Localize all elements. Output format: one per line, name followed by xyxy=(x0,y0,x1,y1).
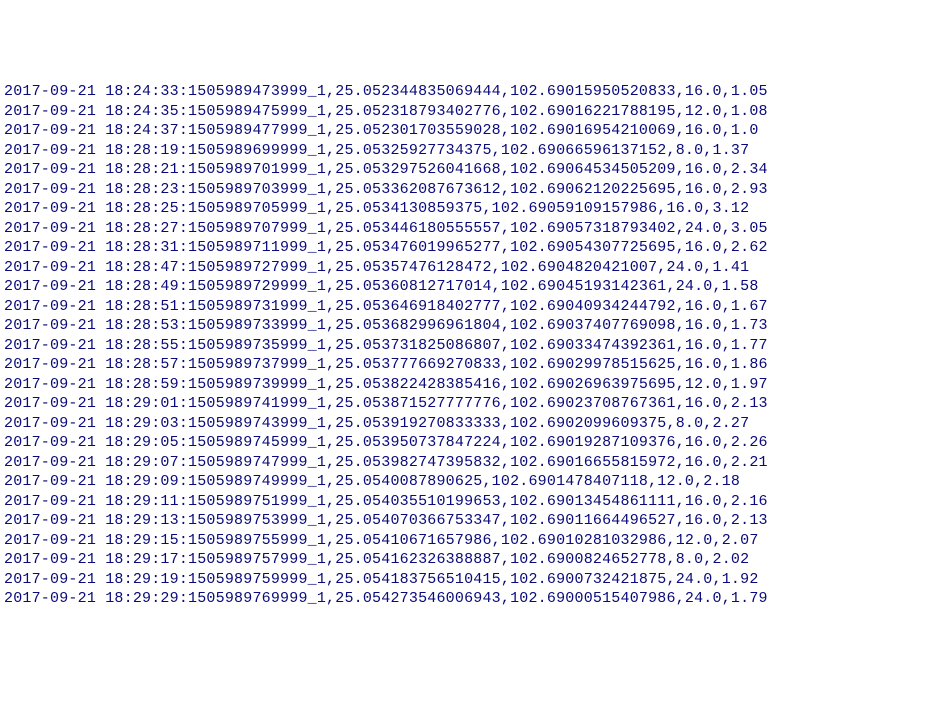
log-line: 2017-09-21 18:29:17:1505989757999_1,25.0… xyxy=(4,550,936,570)
log-line: 2017-09-21 18:29:01:1505989741999_1,25.0… xyxy=(4,394,936,414)
log-line: 2017-09-21 18:28:49:1505989729999_1,25.0… xyxy=(4,277,936,297)
log-line: 2017-09-21 18:29:29:1505989769999_1,25.0… xyxy=(4,589,936,609)
log-line: 2017-09-21 18:28:47:1505989727999_1,25.0… xyxy=(4,258,936,278)
log-line: 2017-09-21 18:29:05:1505989745999_1,25.0… xyxy=(4,433,936,453)
log-output: 2017-09-21 18:24:33:1505989473999_1,25.0… xyxy=(4,82,936,609)
log-line: 2017-09-21 18:24:35:1505989475999_1,25.0… xyxy=(4,102,936,122)
log-line: 2017-09-21 18:28:57:1505989737999_1,25.0… xyxy=(4,355,936,375)
log-line: 2017-09-21 18:29:13:1505989753999_1,25.0… xyxy=(4,511,936,531)
log-line: 2017-09-21 18:28:27:1505989707999_1,25.0… xyxy=(4,219,936,239)
log-line: 2017-09-21 18:29:15:1505989755999_1,25.0… xyxy=(4,531,936,551)
log-line: 2017-09-21 18:28:31:1505989711999_1,25.0… xyxy=(4,238,936,258)
log-line: 2017-09-21 18:29:07:1505989747999_1,25.0… xyxy=(4,453,936,473)
log-line: 2017-09-21 18:24:33:1505989473999_1,25.0… xyxy=(4,82,936,102)
log-line: 2017-09-21 18:29:19:1505989759999_1,25.0… xyxy=(4,570,936,590)
log-line: 2017-09-21 18:28:59:1505989739999_1,25.0… xyxy=(4,375,936,395)
log-line: 2017-09-21 18:29:03:1505989743999_1,25.0… xyxy=(4,414,936,434)
log-line: 2017-09-21 18:28:21:1505989701999_1,25.0… xyxy=(4,160,936,180)
log-line: 2017-09-21 18:28:53:1505989733999_1,25.0… xyxy=(4,316,936,336)
log-line: 2017-09-21 18:28:51:1505989731999_1,25.0… xyxy=(4,297,936,317)
log-line: 2017-09-21 18:28:55:1505989735999_1,25.0… xyxy=(4,336,936,356)
log-line: 2017-09-21 18:29:11:1505989751999_1,25.0… xyxy=(4,492,936,512)
log-line: 2017-09-21 18:29:09:1505989749999_1,25.0… xyxy=(4,472,936,492)
log-line: 2017-09-21 18:24:37:1505989477999_1,25.0… xyxy=(4,121,936,141)
log-line: 2017-09-21 18:28:19:1505989699999_1,25.0… xyxy=(4,141,936,161)
log-line: 2017-09-21 18:28:25:1505989705999_1,25.0… xyxy=(4,199,936,219)
log-line: 2017-09-21 18:28:23:1505989703999_1,25.0… xyxy=(4,180,936,200)
